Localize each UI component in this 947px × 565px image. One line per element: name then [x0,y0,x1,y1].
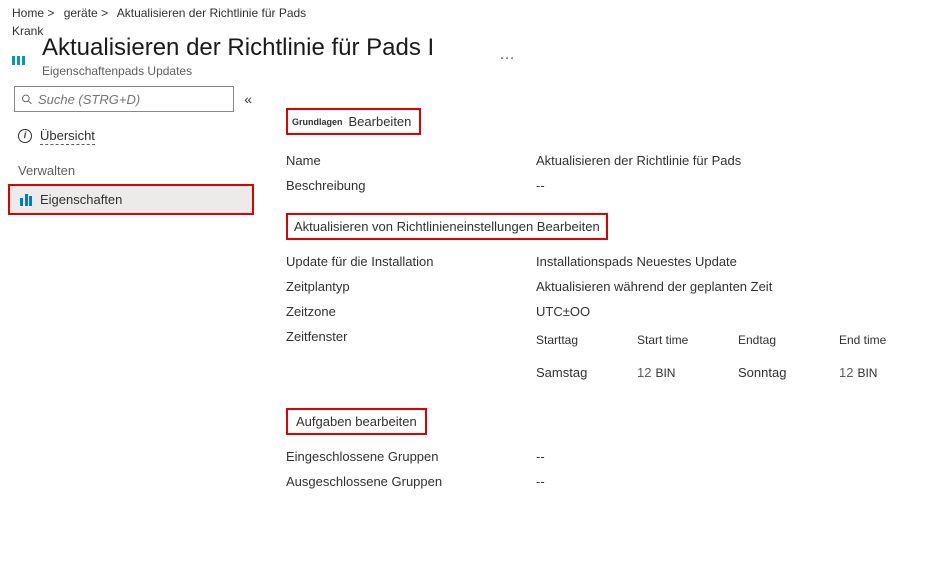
settings-edit-link[interactable]: Aktualisieren von Richtlinieneinstellung… [294,219,600,234]
highlight-basics-edit: Grundlagen Bearbeiten [286,108,421,135]
tw-endday-header: Endtag [738,333,815,347]
collapse-sidebar-button[interactable]: « [244,91,252,107]
nav-overview[interactable]: Übersicht [8,122,258,149]
properties-icon [20,194,32,206]
page-subtitle: Eigenschaftenpads Updates [42,64,499,78]
basics-edit-link[interactable]: Bearbeiten [349,114,412,129]
breadcrumb: Home > geräte > Aktualisieren der Richtl… [0,0,947,22]
included-label: Eingeschlossene Gruppen [286,449,536,464]
tw-end-n: 12 [839,365,853,380]
search-box[interactable] [14,86,234,112]
tz-value: UTC±OO [536,304,927,319]
breadcrumb-current: Aktualisieren der Richtlinie für Pads [117,6,306,20]
breadcrumb-home[interactable]: Home > [12,6,54,20]
highlight-settings-edit: Aktualisieren von Richtlinieneinstellung… [286,213,608,240]
tw-startday-header: Starttag [536,333,613,347]
nav-overview-label: Übersicht [40,128,95,143]
tw-end-u: BIN [857,366,877,380]
info-icon [18,129,32,143]
window-label: Zeitfenster [286,329,536,380]
excluded-label: Ausgeschlossene Gruppen [286,474,536,489]
tw-start-u: BIN [655,366,675,380]
update-label: Update für die Installation [286,254,536,269]
sched-value: Aktualisieren während der geplanten Zeit [536,279,927,294]
nav-section-manage: Verwalten [8,149,258,184]
name-label: Name [286,153,536,168]
sidebar: « Übersicht Verwalten Eigenschaften [8,80,258,489]
tw-start-n: 12 [637,365,651,380]
page-title: Aktualisieren der Richtlinie für Pads I [42,34,499,62]
update-value: Installationspads Neuestes Update [536,254,927,269]
update-policy-icon [12,38,42,65]
tw-endtime: 12 BIN [839,365,916,380]
excluded-value: -- [536,474,927,489]
breadcrumb-devices[interactable]: geräte > [64,6,108,20]
groups-grid: Eingeschlossene Gruppen -- Ausgeschlosse… [286,449,927,489]
search-input[interactable] [38,92,227,107]
settings-grid: Update für die Installation Installation… [286,254,927,380]
tw-starttime: 12 BIN [637,365,714,380]
tw-startday: Samstag [536,365,613,380]
included-value: -- [536,449,927,464]
basics-label: Grundlagen [292,117,343,127]
tw-endtime-header: End time [839,333,916,347]
nav-properties-label: Eigenschaften [40,192,122,207]
tz-label: Zeitzone [286,304,536,319]
timewindow-table: Starttag Start time Endtag End time Sams… [536,333,916,380]
highlight-properties: Eigenschaften [8,184,254,215]
tw-endday: Sonntag [738,365,815,380]
nav-properties[interactable]: Eigenschaften [10,186,252,213]
desc-value: -- [536,178,927,193]
basics-grid: Name Aktualisieren der Richtlinie für Pa… [286,153,927,193]
search-icon [21,93,33,106]
highlight-tasks-edit: Aufgaben bearbeiten [286,408,427,435]
more-actions-button[interactable]: … [499,38,935,64]
desc-label: Beschreibung [286,178,536,193]
content-area: Grundlagen Bearbeiten Name Aktualisieren… [258,80,947,489]
title-row: Aktualisieren der Richtlinie für Pads I … [0,38,947,80]
tasks-edit-link[interactable]: Aufgaben bearbeiten [296,414,417,429]
sched-label: Zeitplantyp [286,279,536,294]
name-value: Aktualisieren der Richtlinie für Pads [536,153,927,168]
tw-starttime-header: Start time [637,333,714,347]
